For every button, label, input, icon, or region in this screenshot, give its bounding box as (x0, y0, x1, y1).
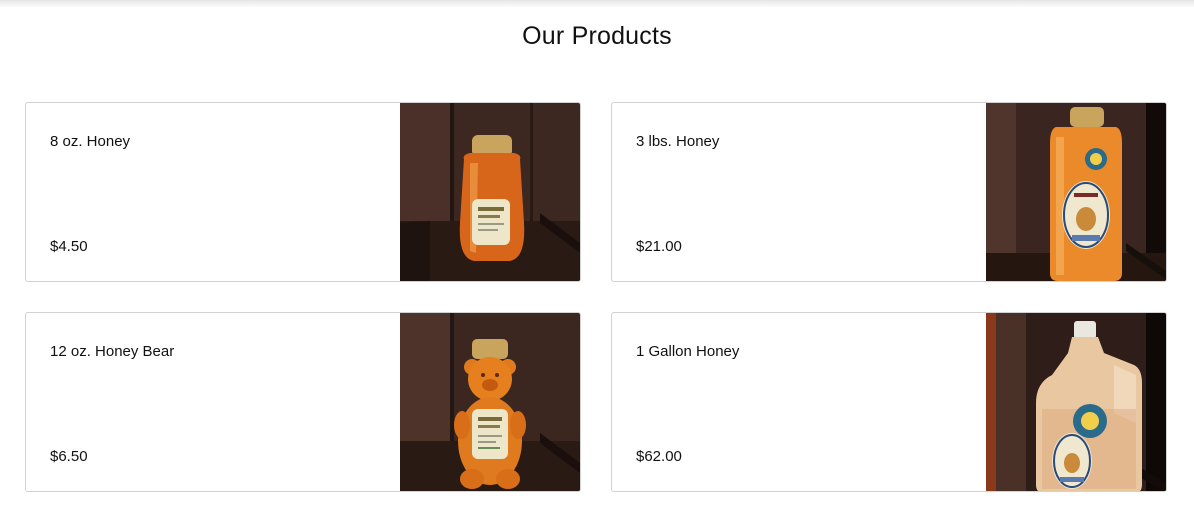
product-card-1-gallon-honey[interactable]: 1 Gallon Honey $62.00 (611, 312, 1167, 492)
product-card-8oz-honey[interactable]: 8 oz. Honey $4.50 (25, 102, 581, 282)
product-price: $62.00 (636, 448, 682, 465)
honey-bottle-8oz-photo (400, 103, 580, 281)
product-name: 3 lbs. Honey (636, 133, 720, 150)
honey-gallon-jug-photo (986, 313, 1166, 491)
product-name: 1 Gallon Honey (636, 343, 740, 360)
product-name: 12 oz. Honey Bear (50, 343, 175, 360)
header-shadow (0, 0, 1194, 8)
product-image[interactable] (400, 103, 580, 281)
honey-jar-3lbs-photo (986, 103, 1166, 281)
honey-bear-12oz-photo (400, 313, 580, 491)
product-card-12oz-honey-bear[interactable]: 12 oz. Honey Bear $6.50 (25, 312, 581, 492)
product-image[interactable] (986, 313, 1166, 491)
product-price: $4.50 (50, 238, 88, 255)
product-image[interactable] (400, 313, 580, 491)
product-price: $21.00 (636, 238, 682, 255)
page-title: Our Products (522, 22, 672, 50)
product-price: $6.50 (50, 448, 88, 465)
product-card-3lbs-honey[interactable]: 3 lbs. Honey $21.00 (611, 102, 1167, 282)
product-image[interactable] (986, 103, 1166, 281)
product-name: 8 oz. Honey (50, 133, 131, 150)
